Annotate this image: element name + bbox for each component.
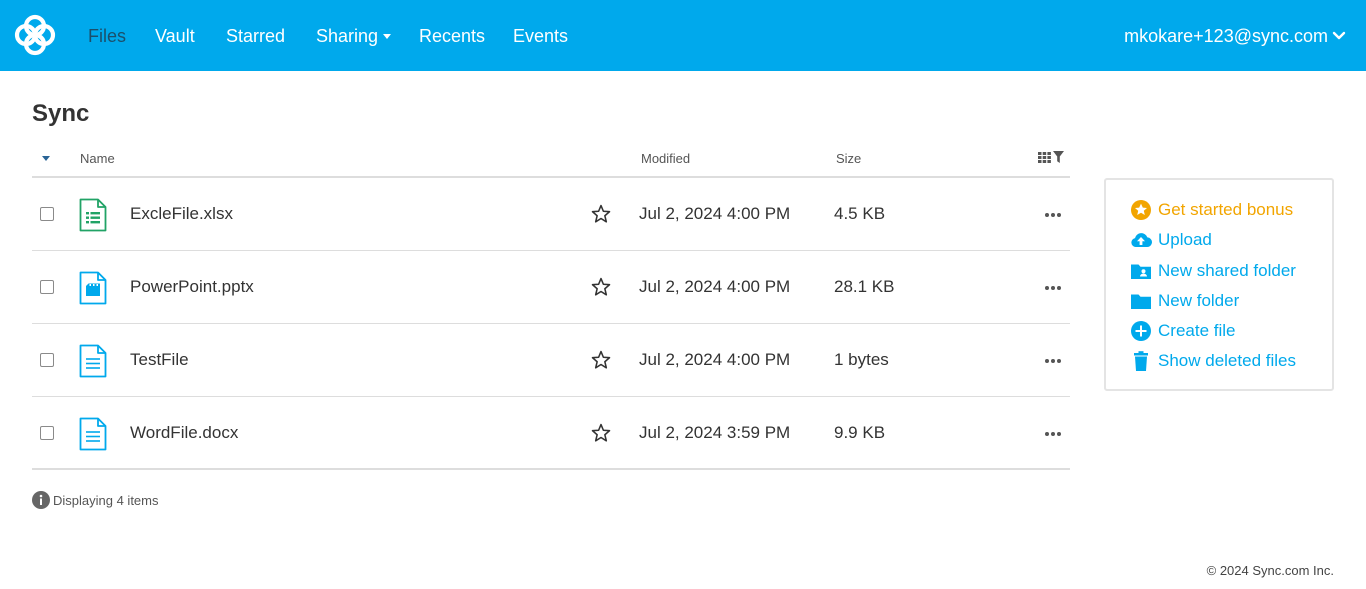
new-shared-folder-link[interactable]: New shared folder [1130,260,1296,282]
nav-recents[interactable]: Recents [419,25,485,47]
more-options-icon[interactable] [1044,279,1062,297]
row-checkbox[interactable] [40,280,54,294]
file-name[interactable]: ExcleFile.xlsx [130,204,233,224]
new-folder-link[interactable]: New folder [1130,290,1239,312]
sort-caret-icon[interactable] [42,156,50,161]
table-row[interactable]: WordFile.docx Jul 2, 2024 3:59 PM 9.9 KB [32,397,1070,470]
shared-folder-icon [1131,264,1151,279]
modified-date: Jul 2, 2024 4:00 PM [639,350,791,369]
file-size: 4.5 KB [834,204,886,223]
nav-files[interactable]: Files [88,25,126,47]
filter-icon [1053,151,1064,163]
cloud-upload-icon [1131,233,1152,248]
file-table: Name Modified Size ExcleFile.xlsx Jul 2,… [32,140,1070,470]
star-icon[interactable] [590,349,612,371]
show-deleted-files-label: Show deleted files [1158,351,1296,370]
create-file-label: Create file [1158,321,1236,340]
more-options-icon[interactable] [1044,425,1062,443]
row-checkbox[interactable] [40,426,54,440]
nav-sharing[interactable]: Sharing [316,25,392,47]
table-header: Name Modified Size [32,140,1070,178]
spreadsheet-file-icon [79,198,107,232]
modified-date: Jul 2, 2024 4:00 PM [639,204,791,223]
nav-starred[interactable]: Starred [226,25,285,47]
new-shared-folder-label: New shared folder [1158,261,1296,280]
upload-label: Upload [1158,230,1212,249]
folder-icon [1131,294,1151,309]
row-checkbox[interactable] [40,207,54,221]
get-started-bonus-label: Get started bonus [1158,200,1294,219]
item-count-text: Displaying 4 items [53,492,159,508]
modified-date: Jul 2, 2024 3:59 PM [639,423,791,442]
new-folder-label: New folder [1158,291,1240,310]
page-title: Sync [32,100,90,127]
nav-sharing-label: Sharing [316,26,379,46]
column-header-size[interactable]: Size [836,151,861,166]
user-account-menu[interactable]: mkokare+123@sync.com [1124,25,1346,47]
star-icon[interactable] [590,276,612,298]
table-row[interactable]: TestFile Jul 2, 2024 4:00 PM 1 bytes [32,324,1070,397]
star-icon[interactable] [590,422,612,444]
file-name[interactable]: PowerPoint.pptx [130,277,254,297]
text-file-icon [79,344,107,378]
user-email: mkokare+123@sync.com [1124,26,1328,46]
nav-events[interactable]: Events [513,25,568,47]
file-size: 1 bytes [834,350,889,369]
get-started-bonus-link[interactable]: Get started bonus [1130,199,1293,221]
actions-panel: Get started bonus Upload New shared fold… [1104,178,1334,391]
document-file-icon [79,417,107,451]
file-name[interactable]: WordFile.docx [130,423,238,443]
more-options-icon[interactable] [1044,352,1062,370]
upload-link[interactable]: Upload [1130,229,1212,251]
nav-vault[interactable]: Vault [155,25,195,47]
file-size: 28.1 KB [834,277,895,296]
presentation-file-icon [79,271,107,305]
file-size: 9.9 KB [834,423,886,442]
chevron-down-icon [1332,31,1346,40]
copyright-text: © 2024 Sync.com Inc. [1206,563,1334,578]
show-deleted-files-link[interactable]: Show deleted files [1130,350,1296,372]
item-count-info: Displaying 4 items [32,491,159,509]
plus-circle-icon [1131,321,1151,341]
star-icon[interactable] [590,203,612,225]
table-row[interactable]: ExcleFile.xlsx Jul 2, 2024 4:00 PM 4.5 K… [32,178,1070,251]
grid-view-icon [1038,151,1051,163]
file-name[interactable]: TestFile [130,350,189,370]
column-header-modified[interactable]: Modified [641,151,690,166]
caret-down-icon [383,33,392,39]
trash-icon [1134,351,1148,371]
top-navbar: Files Vault Starred Sharing Recents Even… [0,0,1366,71]
view-filter-toggle[interactable] [1038,151,1064,163]
more-options-icon[interactable] [1044,206,1062,224]
modified-date: Jul 2, 2024 4:00 PM [639,277,791,296]
star-badge-icon [1131,200,1151,220]
row-checkbox[interactable] [40,353,54,367]
sync-logo-icon[interactable] [14,14,56,56]
info-icon [32,491,50,509]
column-header-name[interactable]: Name [80,151,115,166]
create-file-link[interactable]: Create file [1130,320,1235,342]
table-row[interactable]: PowerPoint.pptx Jul 2, 2024 4:00 PM 28.1… [32,251,1070,324]
